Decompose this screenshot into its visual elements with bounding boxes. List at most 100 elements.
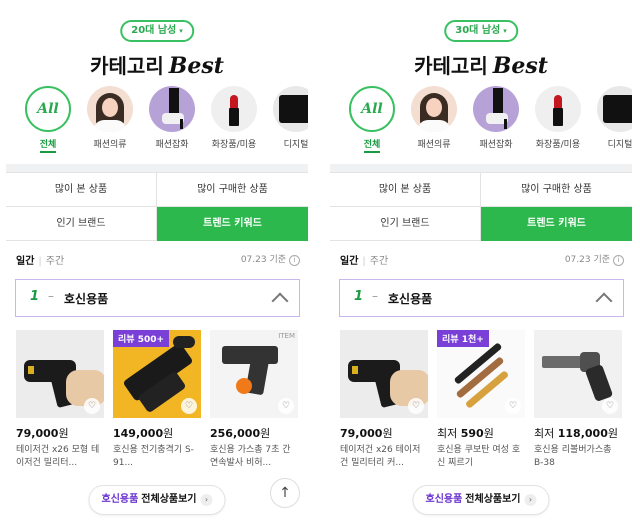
category-all[interactable]: All 전체: [18, 86, 78, 153]
period-weekly[interactable]: 주간: [370, 256, 388, 267]
keyword-dash: –: [48, 289, 54, 303]
view-all-products-button[interactable]: 호신용품 전체상품보기 ›: [412, 485, 550, 515]
price-unit: 원: [382, 427, 393, 440]
category-fashion-accessory[interactable]: 패션잡화: [466, 86, 526, 150]
price-number: 79,000: [340, 427, 383, 440]
section-divider: [6, 164, 308, 172]
tab-popular-brand[interactable]: 인기 브랜드: [330, 207, 481, 241]
tab-popular-brand[interactable]: 인기 브랜드: [6, 207, 157, 241]
heart-icon[interactable]: ♡: [278, 398, 294, 414]
product-price: 최저 590원: [437, 425, 525, 441]
price-prefix: 최저: [437, 427, 461, 440]
keyword-dash: –: [372, 289, 378, 303]
keyword-rank: 1: [354, 289, 364, 304]
category-fashion-clothing[interactable]: 패션의류: [80, 86, 140, 150]
keyword-dropdown[interactable]: 1 – 호신용품: [339, 279, 624, 317]
category-label: 디지털: [607, 140, 632, 150]
keyword-dropdown[interactable]: 1 – 호신용품: [15, 279, 300, 317]
tab-trend-keyword[interactable]: 트렌드 키워드: [481, 207, 632, 241]
category-label: 패션의류: [417, 140, 451, 150]
category-digital[interactable]: 디지털: [266, 86, 308, 150]
category-cosmetics[interactable]: 화장품/미용: [204, 86, 264, 150]
heart-icon[interactable]: ♡: [84, 398, 100, 414]
item-tag: ITEM: [278, 332, 295, 340]
product-card[interactable]: ITEM ♡ 256,000원 호신용 가스총 7초 간연속발사 비허...: [210, 330, 298, 470]
digital-icon: [273, 86, 308, 132]
chevron-up-icon: [595, 292, 613, 310]
price-number: 79,000: [16, 427, 59, 440]
page-title-accent: Best: [168, 53, 224, 79]
section-divider: [330, 164, 632, 172]
tab-most-purchased[interactable]: 많이 구매한 상품: [157, 173, 308, 207]
category-fashion-clothing[interactable]: 패션의류: [404, 86, 464, 150]
category-label: 전체: [39, 137, 57, 153]
category-label: 디지털: [283, 140, 308, 150]
category-label: 전체: [363, 137, 381, 153]
caret-down-icon: ▾: [179, 27, 183, 35]
product-name: 호신용 가스총 7초 간연속발사 비허...: [210, 445, 291, 468]
product-name: 호신용 리볼버가스총 B-38: [534, 445, 612, 468]
category-carousel: All 전체 패션의류 패션잡화 화장품/미용 디지털: [18, 86, 308, 153]
period-daily[interactable]: 일간: [340, 256, 358, 267]
category-all[interactable]: All 전체: [342, 86, 402, 153]
arrow-up-icon[interactable]: ↑: [270, 478, 300, 508]
product-price: 79,000원: [16, 425, 104, 441]
period-separator: |: [362, 256, 366, 267]
digital-icon: [597, 86, 632, 132]
tab-most-purchased[interactable]: 많이 구매한 상품: [481, 173, 632, 207]
product-price: 79,000원: [340, 425, 428, 441]
period-toggle: 일간 | 주간: [340, 252, 388, 267]
cta-keyword: 호신용품: [425, 494, 463, 505]
heart-icon[interactable]: ♡: [602, 398, 618, 414]
ranking-type-tabs: 많이 본 상품 많이 구매한 상품 인기 브랜드 트렌드 키워드: [6, 172, 308, 241]
page-title: 카테고리 Best: [6, 50, 308, 79]
heart-icon[interactable]: ♡: [181, 398, 197, 414]
heart-icon[interactable]: ♡: [408, 398, 424, 414]
info-icon[interactable]: i: [613, 255, 624, 266]
tab-most-viewed[interactable]: 많이 본 상품: [330, 173, 481, 207]
category-cosmetics[interactable]: 화장품/미용: [528, 86, 588, 150]
tab-trend-keyword[interactable]: 트렌드 키워드: [157, 207, 308, 241]
product-card[interactable]: ♡ 79,000원 테이저건 x26 모형 테이저건 밀리터...: [16, 330, 104, 470]
product-thumbnail[interactable]: ITEM ♡: [210, 330, 298, 418]
all-icon: All: [349, 86, 395, 132]
fashion-accessory-icon: [473, 86, 519, 132]
reference-date: 07.23 기준 i: [241, 252, 300, 266]
product-thumbnail[interactable]: 리뷰 1천+ ♡: [437, 330, 525, 418]
category-digital[interactable]: 디지털: [590, 86, 632, 150]
product-thumbnail[interactable]: ♡: [16, 330, 104, 418]
segment-label: 30대 남성: [455, 25, 501, 36]
price-number: 118,000: [557, 427, 608, 440]
page-title-text: 카테고리: [90, 54, 164, 78]
info-icon[interactable]: i: [289, 255, 300, 266]
product-thumbnail[interactable]: 리뷰 500+ ♡: [113, 330, 201, 418]
review-badge: 리뷰 500+: [113, 330, 170, 347]
price-unit: 원: [483, 427, 494, 440]
price-number: 590: [460, 427, 484, 440]
page-title-accent: Best: [492, 53, 548, 79]
product-thumbnail[interactable]: ♡: [534, 330, 622, 418]
period-toggle: 일간 | 주간: [16, 252, 64, 267]
product-card[interactable]: ♡ 최저 118,000원 호신용 리볼버가스총 B-38: [534, 330, 622, 470]
reference-date-text: 07.23 기준: [240, 255, 286, 265]
product-card[interactable]: ♡ 79,000원 테이저건 x26 테이저건 밀리터리 커...: [340, 330, 428, 470]
cta-keyword: 호신용품: [101, 494, 139, 505]
view-all-products-button[interactable]: 호신용품 전체상품보기 ›: [88, 485, 226, 515]
segment-selector[interactable]: 20대 남성 ▾: [120, 20, 194, 42]
period-weekly[interactable]: 주간: [46, 256, 64, 267]
product-name: 테이저건 x26 테이저건 밀리터리 커...: [340, 445, 421, 468]
price-unit: 원: [260, 427, 271, 440]
heart-icon[interactable]: ♡: [505, 398, 521, 414]
product-thumbnail[interactable]: ♡: [340, 330, 428, 418]
segment-selector[interactable]: 30대 남성 ▾: [444, 20, 518, 42]
chevron-right-icon: ›: [200, 494, 213, 506]
category-label: 패션잡화: [479, 140, 513, 150]
product-card[interactable]: 리뷰 1천+ ♡ 최저 590원 호신용 쿠보탄 여성 호신 찌르기: [437, 330, 525, 470]
product-price: 256,000원: [210, 425, 298, 441]
tab-most-viewed[interactable]: 많이 본 상품: [6, 173, 157, 207]
period-daily[interactable]: 일간: [16, 256, 34, 267]
caret-down-icon: ▾: [503, 27, 507, 35]
category-fashion-accessory[interactable]: 패션잡화: [142, 86, 202, 150]
product-card[interactable]: 리뷰 500+ ♡ 149,000원 호신용 전기충격기 S-91...: [113, 330, 201, 470]
product-price: 149,000원: [113, 425, 201, 441]
